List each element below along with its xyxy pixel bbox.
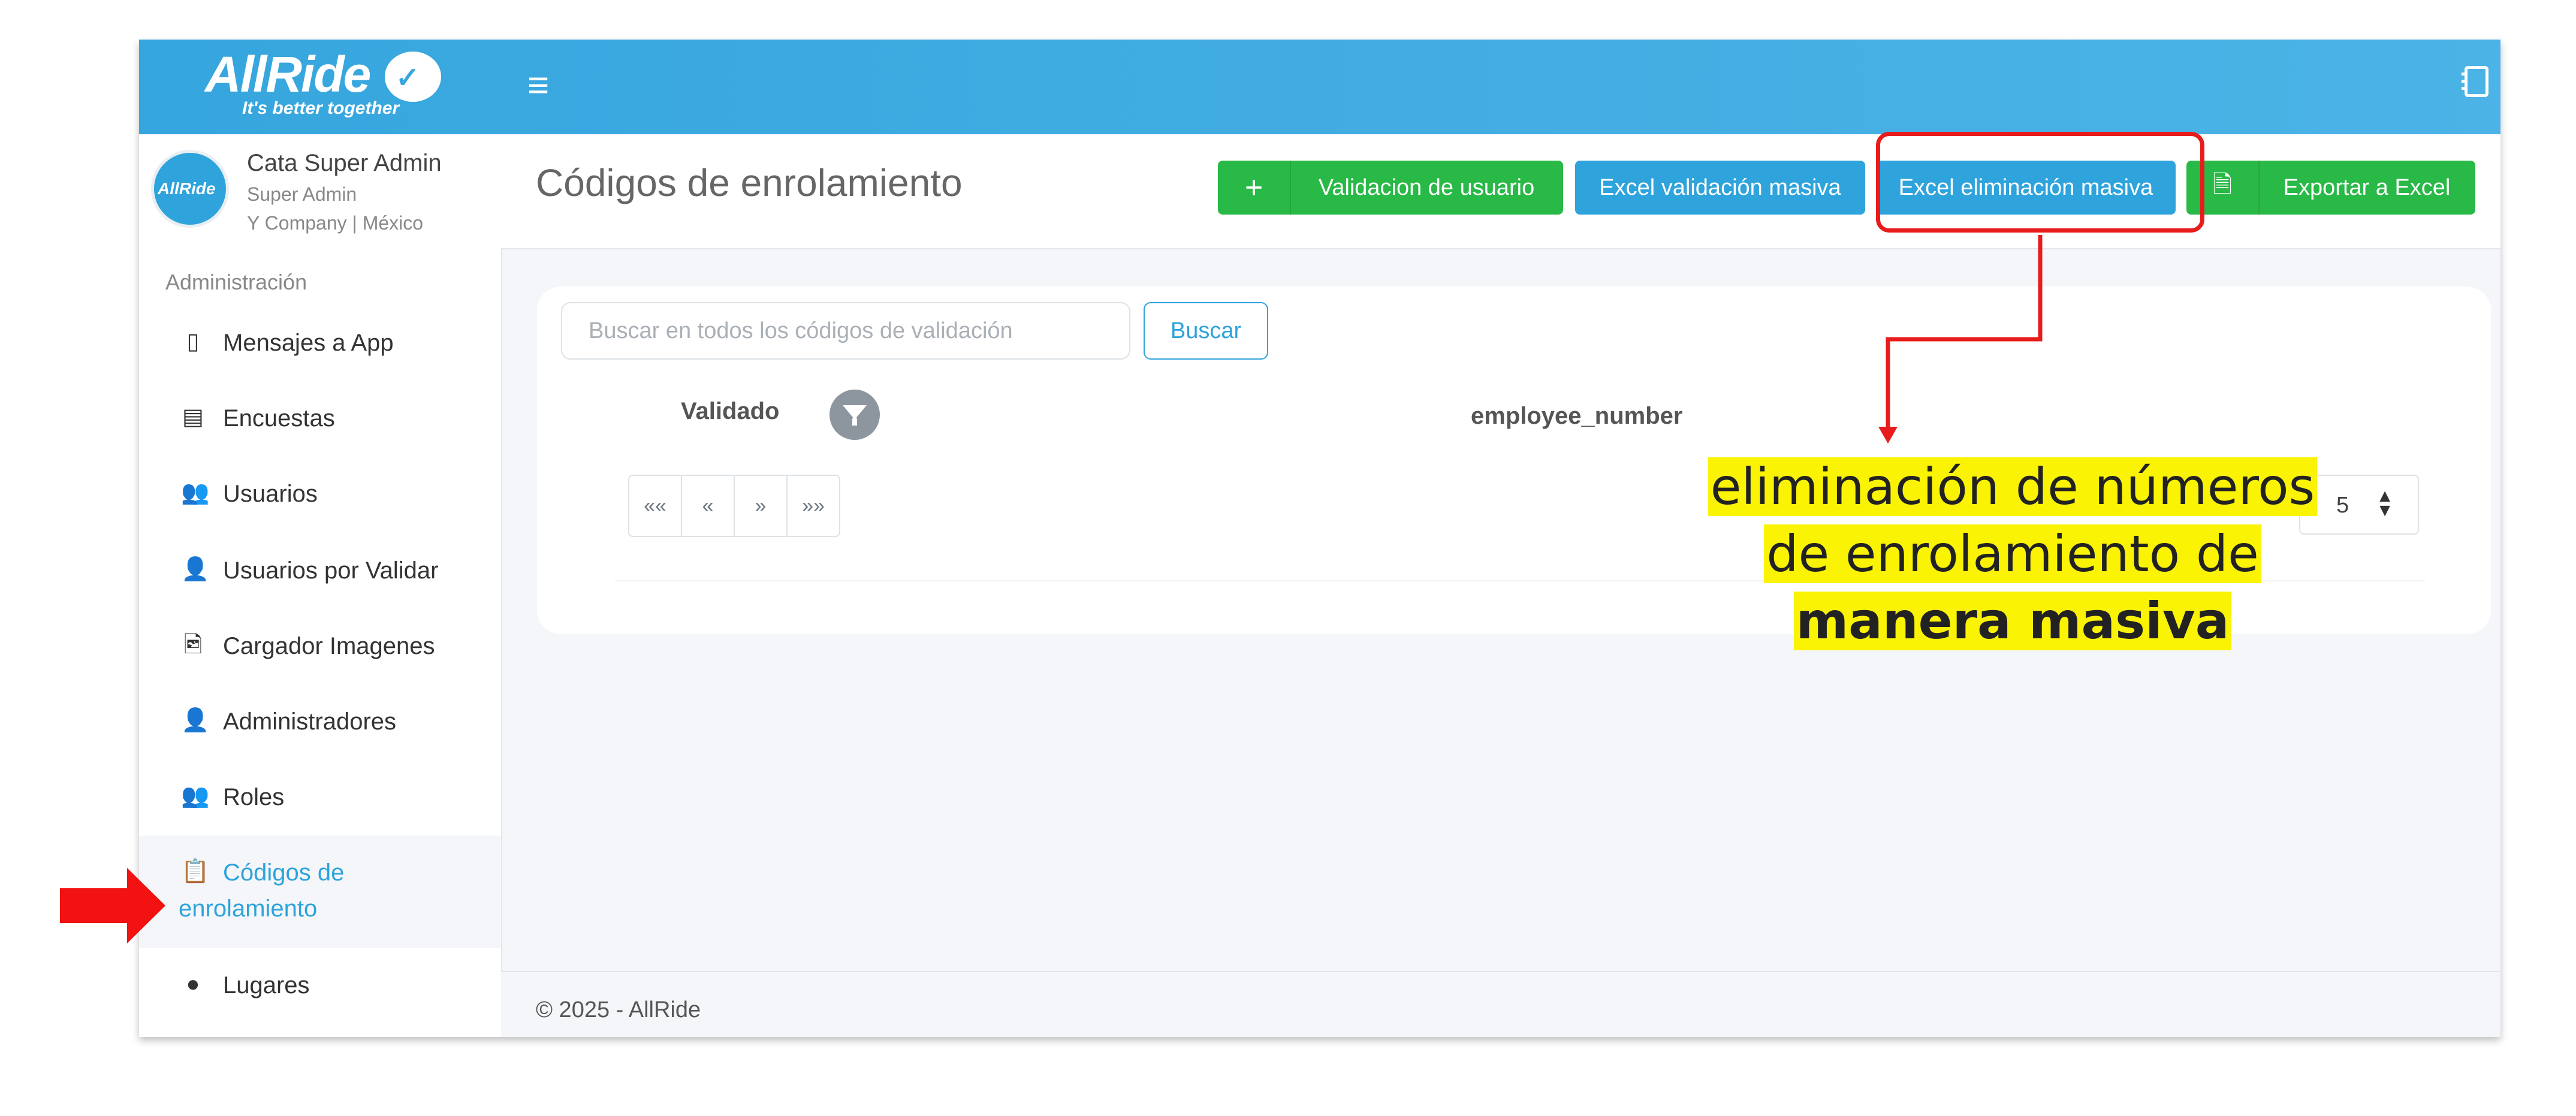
sidebar-item-label: Roles [223,784,285,810]
user-clock-icon: 👤 [181,557,210,582]
sidebar-item-cargador-imagenes[interactable]: 🖻 Cargador Imagenes [139,609,501,684]
footer: © 2025 - AllRide [501,971,2500,1037]
user-panel[interactable]: AllRide Cata Super Admin Super Admin Y C… [151,150,499,240]
plus-icon: + [1218,161,1291,215]
validate-user-button[interactable]: + Validacion de usuario [1218,161,1563,215]
sort-arrows-icon: ▲ ▼ [2376,486,2394,520]
clipboard-list-icon: 📋 [181,859,210,884]
red-arrow-icon [60,868,165,943]
users-cog-icon: 👥 [181,783,210,809]
sidebar-item-label: Encuestas [223,405,335,432]
sidebar-item-label-line1: Códigos de [223,859,345,886]
brand-tagline: It's better together [242,98,400,118]
prev-page-button[interactable]: « [682,476,735,536]
column-header-validado[interactable]: Validado [681,398,780,425]
sidebar-item-label: Cargador Imagenes [223,633,435,659]
sidebar: AllRide Cata Super Admin Super Admin Y C… [139,134,502,1037]
export-excel-button[interactable]: 🗎 Exportar a Excel [2186,161,2475,215]
users-icon: 👥 [181,480,210,505]
first-page-button[interactable]: «« [629,476,682,536]
annotation-line3: manera masiva [1793,592,2232,650]
top-bar: AllRide ✓ It's better together ≡ [139,40,2500,134]
annotation-line2: de enrolamiento de [1764,524,2261,583]
highlight-box [1876,132,2204,233]
page-title: Códigos de enrolamiento [536,161,963,204]
avatar: AllRide [151,150,229,228]
sidebar-item-usuarios-por-validar[interactable]: 👤 Usuarios por Validar [139,533,501,609]
sidebar-item-label: Administradores [223,708,397,735]
sidebar-item-mensajes[interactable]: ▯ Mensajes a App [139,306,501,381]
sidebar-item-label: Mensajes a App [223,330,394,356]
sidebar-item-encuestas[interactable]: ▤ Encuestas [139,381,501,457]
survey-icon: ▤ [182,405,204,430]
map-marker-icon: ● [186,972,200,997]
user-company: Y Company | México [247,212,424,234]
annotation-callout: eliminación de números de enrolamiento d… [1678,453,2347,654]
sidebar-section-label: Administración [165,270,307,294]
brand-logo-icon: ✓ [385,52,441,102]
sidebar-item-label: Usuarios por Validar [223,557,439,584]
sidebar-item-administradores[interactable]: 👤 Administradores [139,684,501,760]
brand-name: AllRide [205,46,371,102]
filter-icon[interactable] [829,390,880,440]
sidebar-item-label-line2: enrolamiento [179,895,318,922]
sidebar-item-roles[interactable]: 👥 Roles [139,760,501,836]
sidebar-item-usuarios[interactable]: 👥 Usuarios [139,457,501,532]
annotation-line1: eliminación de números [1708,457,2318,516]
hamburger-menu-icon[interactable]: ≡ [527,67,549,104]
sidebar-item-lugares[interactable]: ● Lugares [139,948,501,1024]
search-input[interactable] [561,302,1130,360]
next-page-button[interactable]: » [735,476,788,536]
mobile-icon: ▯ [186,329,200,354]
search-button[interactable]: Buscar [1144,302,1268,360]
excel-bulk-validate-button[interactable]: Excel validación masiva [1575,161,1865,215]
pagination: «« « » »» [628,475,840,537]
user-name: Cata Super Admin [247,150,442,176]
notebook-icon[interactable] [2462,66,2488,97]
sidebar-item-label: Lugares [223,972,310,999]
sidebar-item-codigos-enrolamiento[interactable]: 📋 Códigos de enrolamiento [139,836,501,948]
sidebar-item-label: Usuarios [223,481,318,507]
user-icon: 👤 [181,708,210,733]
column-header-employee-number[interactable]: employee_number [1471,403,1682,430]
brand[interactable]: AllRide ✓ It's better together [139,40,501,134]
user-role: Super Admin [247,183,357,205]
last-page-button[interactable]: »» [788,476,839,536]
copyright-text: © 2025 - AllRide [536,997,701,1023]
file-image-icon: 🖻 [183,632,203,657]
